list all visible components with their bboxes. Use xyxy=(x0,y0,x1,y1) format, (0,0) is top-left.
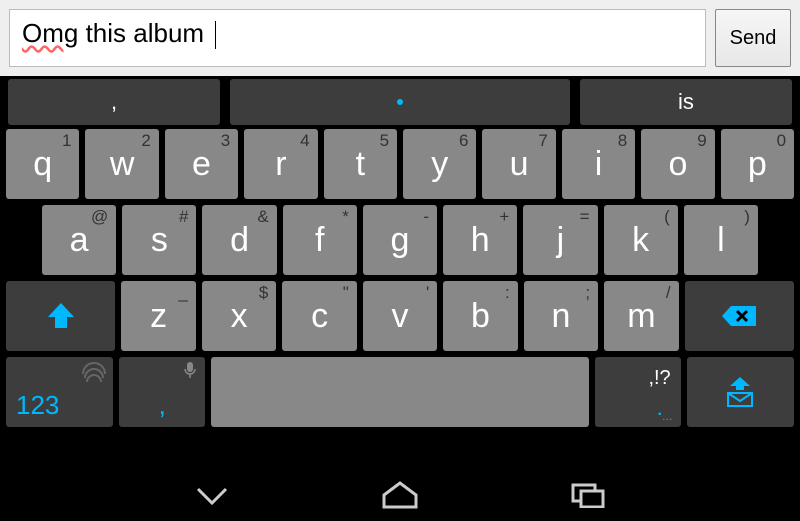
key-n[interactable]: ;n xyxy=(524,281,598,351)
key-k[interactable]: (k xyxy=(604,205,678,275)
swiftkey-icon xyxy=(81,361,107,387)
key-c[interactable]: "c xyxy=(282,281,356,351)
message-input[interactable]: Omg this album xyxy=(9,9,706,67)
key-h[interactable]: +h xyxy=(443,205,517,275)
key-f[interactable]: *f xyxy=(283,205,357,275)
send-label: Send xyxy=(730,27,777,50)
key-b[interactable]: :b xyxy=(443,281,517,351)
enter-key[interactable] xyxy=(687,357,794,427)
key-row-1: 1q 2w 3e 4r 5t 6y 7u 8i 9o 0p xyxy=(6,129,794,199)
key-w[interactable]: 2w xyxy=(85,129,158,199)
key-x[interactable]: $x xyxy=(202,281,276,351)
key-row-2: @a #s &d *f -g +h =j (k )l xyxy=(6,205,794,275)
mic-icon xyxy=(183,361,197,379)
key-q[interactable]: 1q xyxy=(6,129,79,199)
key-r[interactable]: 4r xyxy=(244,129,317,199)
ellipsis-icon: … xyxy=(662,411,673,423)
key-j[interactable]: =j xyxy=(523,205,597,275)
shift-key[interactable] xyxy=(6,281,115,351)
suggestion-middle[interactable] xyxy=(230,79,570,125)
dot-icon xyxy=(397,99,403,105)
key-z[interactable]: _z xyxy=(121,281,195,351)
key-p[interactable]: 0p xyxy=(721,129,794,199)
key-d[interactable]: &d xyxy=(202,205,276,275)
shift-icon xyxy=(44,301,78,331)
key-u[interactable]: 7u xyxy=(482,129,555,199)
space-key[interactable] xyxy=(211,357,589,427)
key-y[interactable]: 6y xyxy=(403,129,476,199)
suggestion-right[interactable]: is xyxy=(580,79,792,125)
key-row-3: _z $x "c 'v :b ;n /m xyxy=(6,281,794,351)
keyboard: , is 1q 2w 3e 4r 5t 6y 7u 8i 9o 0p @a #s… xyxy=(0,76,800,435)
comma-key[interactable]: , xyxy=(119,357,205,427)
send-message-icon xyxy=(722,375,758,409)
key-t[interactable]: 5t xyxy=(324,129,397,199)
key-l[interactable]: )l xyxy=(684,205,758,275)
key-m[interactable]: /m xyxy=(604,281,678,351)
home-button[interactable] xyxy=(380,481,420,509)
recents-button[interactable] xyxy=(570,482,606,508)
send-button[interactable]: Send xyxy=(715,9,791,67)
key-g[interactable]: -g xyxy=(363,205,437,275)
period-key[interactable]: ,!? . … xyxy=(595,357,681,427)
numbers-key[interactable]: 123 xyxy=(6,357,113,427)
android-navbar xyxy=(0,469,800,521)
key-row-4: 123 , ,!? . … xyxy=(6,357,794,427)
back-button[interactable] xyxy=(194,483,230,507)
message-text-rest: this album xyxy=(78,18,211,48)
key-o[interactable]: 9o xyxy=(641,129,714,199)
suggestion-left[interactable]: , xyxy=(8,79,220,125)
key-e[interactable]: 3e xyxy=(165,129,238,199)
caret xyxy=(215,21,216,49)
backspace-key[interactable] xyxy=(685,281,794,351)
key-i[interactable]: 8i xyxy=(562,129,635,199)
backspace-icon xyxy=(719,303,759,329)
message-text-typo: Omg xyxy=(22,18,78,48)
key-a[interactable]: @a xyxy=(42,205,116,275)
key-v[interactable]: 'v xyxy=(363,281,437,351)
key-s[interactable]: #s xyxy=(122,205,196,275)
